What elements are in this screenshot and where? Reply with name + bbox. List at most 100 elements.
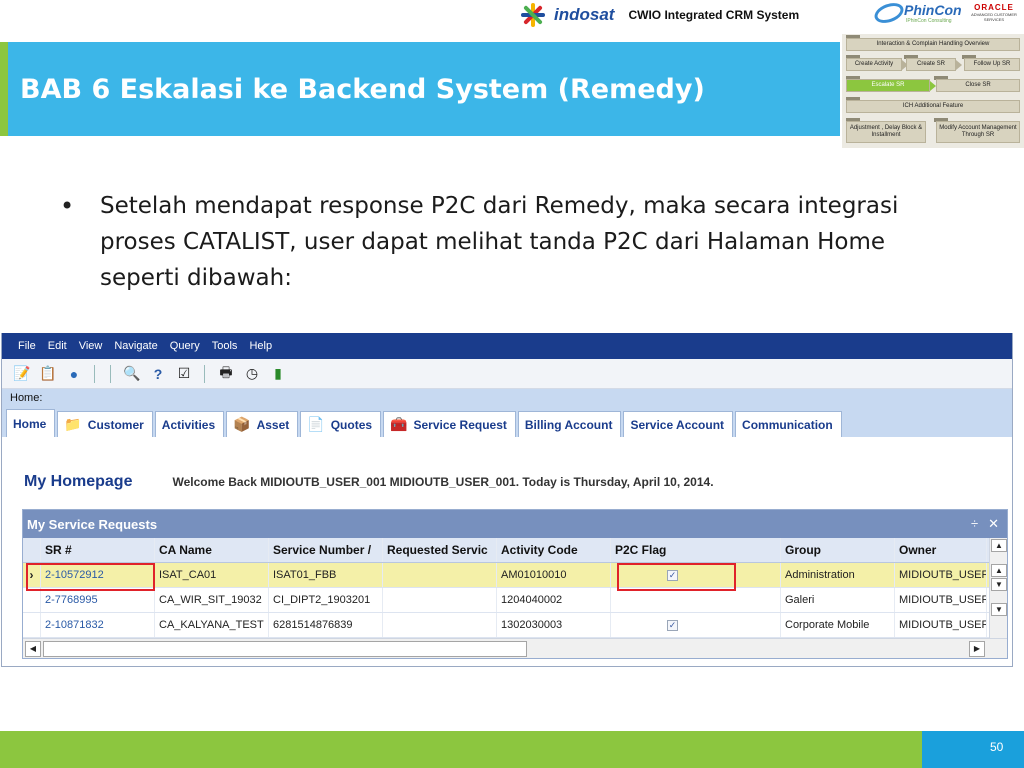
p2c-flag-cell: ✓: [611, 613, 781, 637]
group-cell: Corporate Mobile: [781, 613, 895, 637]
scroll-right-icon[interactable]: ▶: [969, 640, 985, 657]
tab-home-label: Home: [13, 416, 47, 431]
menu-query[interactable]: Query: [170, 340, 200, 352]
checklist-icon[interactable]: ☑: [174, 364, 194, 384]
column-header[interactable]: SR #: [41, 538, 155, 562]
toolbar: 📝 📋 ● 🔍 ? ☑ 🖶 ◷ ▮: [2, 359, 1012, 389]
globe-icon[interactable]: ●: [64, 364, 84, 384]
phincon-tagline: IPhinCon Consulting: [906, 18, 952, 24]
menu-bar: File Edit View Navigate Query Tools Help: [2, 333, 1012, 359]
table-row[interactable]: 2-10871832 CA_KALYANA_TEST 6281514876839…: [23, 613, 989, 638]
bullet-dot-icon: •: [60, 192, 75, 220]
bullet-text: Setelah mendapat response P2C dari Remed…: [100, 193, 899, 291]
tab-service-request-label: Service Request: [413, 417, 507, 432]
tab-service-account-label: Service Account: [630, 417, 725, 432]
requested-service-cell: [383, 613, 497, 637]
owner-cell: MIDIOUTB_USER: [895, 563, 987, 587]
crm-system-title: CWIO Integrated CRM System: [628, 8, 800, 22]
highlight-p2c-flag: [617, 563, 736, 591]
tab-customer[interactable]: 📁 Customer: [57, 411, 153, 437]
sr-number-link[interactable]: 2-10871832: [41, 613, 155, 637]
scroll-left-icon[interactable]: ◀: [25, 640, 41, 657]
flow-step-escalate-sr: Escalate SR: [846, 79, 930, 92]
close-icon[interactable]: ✕: [988, 516, 999, 532]
column-header[interactable]: Group: [781, 538, 895, 562]
toolbar-divider: [110, 364, 112, 383]
panel-controls: ÷ ✕: [971, 516, 999, 532]
column-header[interactable]: Owner: [895, 538, 987, 562]
page-number: 50: [990, 740, 1004, 754]
homepage-title: My Homepage: [24, 473, 133, 490]
horizontal-scrollbar[interactable]: ◀ ▶: [23, 638, 1007, 658]
scroll-top-icon[interactable]: ▲: [991, 539, 1007, 552]
printer-icon[interactable]: 🖶: [216, 364, 236, 384]
clock-icon[interactable]: ◷: [242, 364, 262, 384]
slide-title: BAB 6 Eskalasi ke Backend System (Remedy…: [20, 74, 705, 105]
column-header[interactable]: CA Name: [155, 538, 269, 562]
column-header[interactable]: Requested Servic: [383, 538, 497, 562]
homepage-header: My Homepage Welcome Back MIDIOUTB_USER_0…: [24, 473, 714, 491]
p2c-checkbox[interactable]: ✓: [667, 619, 678, 631]
footer-bar: [0, 731, 922, 768]
p2c-flag-cell: [611, 588, 781, 612]
menu-view[interactable]: View: [79, 340, 103, 352]
flow-step-modify-account: Modify Account Management Through SR: [936, 121, 1020, 143]
toolbar-divider: [94, 364, 96, 383]
oracle-subtitle: ADVANCED CUSTOMER SERVICES: [971, 12, 1017, 22]
title-accent: [0, 42, 8, 136]
search-icon[interactable]: 🔍: [122, 364, 142, 384]
menu-help[interactable]: Help: [249, 340, 272, 352]
scroll-down-icon[interactable]: ▼: [991, 578, 1007, 591]
indosat-brand: indosat CWIO Integrated CRM System: [520, 2, 799, 28]
table-row[interactable]: 2-7768995 CA_WIR_SIT_19032 CI_DIPT2_1903…: [23, 588, 989, 613]
menu-file[interactable]: File: [18, 340, 36, 352]
menu-edit[interactable]: Edit: [48, 340, 67, 352]
vertical-scrollbar[interactable]: ▲ ▲ ▼ ▼: [989, 538, 1007, 638]
row-indicator: [23, 613, 41, 637]
phincon-logo: PhinCon IPhinCon Consulting: [871, 0, 962, 27]
scroll-bottom-icon[interactable]: ▼: [991, 603, 1007, 616]
menu-tools[interactable]: Tools: [212, 340, 238, 352]
collapse-icon[interactable]: ÷: [971, 516, 978, 532]
activity-code-cell: AM01010010: [497, 563, 611, 587]
panel-header: My Service Requests ÷ ✕: [23, 510, 1007, 538]
bullet-point: • Setelah mendapat response P2C dari Rem…: [60, 188, 960, 296]
sr-number-link[interactable]: 2-7768995: [41, 588, 155, 612]
toolbox-icon: 🧰: [390, 416, 408, 432]
service-number-cell: CI_DIPT2_1903201: [269, 588, 383, 612]
tab-billing-account-label: Billing Account: [524, 417, 613, 432]
column-header[interactable]: Activity Code: [497, 538, 611, 562]
table-row[interactable]: › 2-10572912 ISAT_CA01 ISAT01_FBB AM0101…: [23, 563, 989, 588]
tab-customer-label: Customer: [87, 417, 144, 432]
chart-icon[interactable]: ▮: [268, 364, 288, 384]
horizontal-scroll-thumb[interactable]: [43, 641, 527, 657]
requested-service-cell: [383, 563, 497, 587]
copy-record-icon[interactable]: 📋: [38, 364, 58, 384]
indosat-logo-icon: [520, 2, 546, 28]
crm-app-screenshot: File Edit View Navigate Query Tools Help…: [1, 333, 1013, 667]
ca-name-cell: CA_KALYANA_TEST: [155, 613, 269, 637]
service-number-cell: 6281514876839: [269, 613, 383, 637]
tab-activities[interactable]: Activities: [154, 411, 225, 437]
help-icon[interactable]: ?: [148, 364, 168, 384]
column-header[interactable]: Service Number /: [269, 538, 383, 562]
new-record-icon[interactable]: 📝: [12, 364, 32, 384]
tab-service-account[interactable]: Service Account: [623, 411, 734, 437]
flow-step-follow-up-sr: Follow Up SR: [964, 58, 1020, 71]
ca-name-cell: ISAT_CA01: [155, 563, 269, 587]
tab-service-request[interactable]: 🧰 Service Request: [383, 411, 516, 437]
tab-asset[interactable]: 📦 Asset: [226, 411, 299, 437]
tab-communication[interactable]: Communication: [735, 411, 842, 437]
tab-home[interactable]: Home: [6, 409, 56, 437]
activity-code-cell: 1302030003: [497, 613, 611, 637]
service-request-table: SR # CA Name Service Number / Requested …: [23, 538, 989, 638]
tab-quotes[interactable]: 📄 Quotes: [300, 411, 382, 437]
scroll-up-icon[interactable]: ▲: [991, 564, 1007, 577]
menu-navigate[interactable]: Navigate: [114, 340, 157, 352]
screen-tabs: Home 📁 Customer Activities 📦 Asset 📄 Quotes…: [2, 407, 1012, 437]
flow-step-create-sr: Create SR: [906, 58, 956, 71]
toolbar-divider: [204, 364, 206, 383]
tab-asset-label: Asset: [256, 417, 290, 432]
tab-billing-account[interactable]: Billing Account: [517, 411, 622, 437]
column-header[interactable]: P2C Flag: [611, 538, 781, 562]
